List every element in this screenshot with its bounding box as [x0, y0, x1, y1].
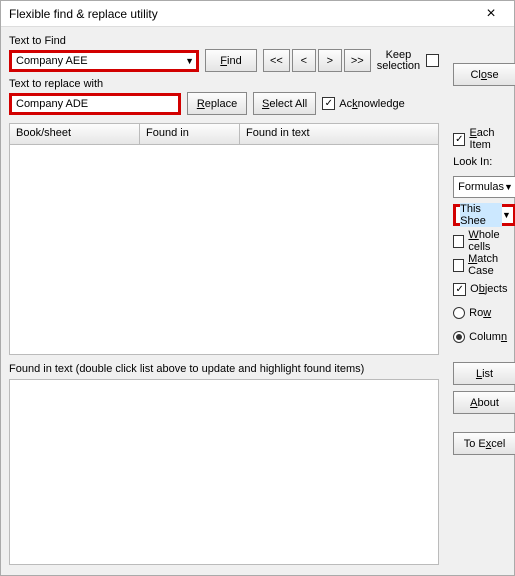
match-case-label: Match Case [468, 253, 515, 277]
find-button[interactable]: Find [205, 49, 257, 72]
text-to-find-label: Text to Find [9, 35, 439, 47]
nav-first-button[interactable]: << [263, 49, 290, 72]
nav-prev-button[interactable]: < [292, 49, 316, 72]
to-excel-button[interactable]: To Excel [453, 432, 515, 455]
find-row: Company AEE ▼ Find << < > >> Keep select… [9, 49, 439, 72]
select-all-button[interactable]: Select All [253, 92, 316, 115]
dialog-flexible-find-replace: Flexible find & replace utility × Text t… [0, 0, 515, 576]
col-found-in: Found in [139, 123, 239, 145]
window-title: Flexible find & replace utility [9, 7, 158, 21]
text-to-replace-value: Company ADE [16, 98, 88, 110]
replace-row: Company ADE Replace Select All Acknowled… [9, 92, 439, 115]
list-button[interactable]: List [453, 362, 515, 385]
whole-cells-label: Whole cells [468, 229, 515, 253]
about-button[interactable]: About [453, 391, 515, 414]
row-label: Row [469, 307, 491, 319]
nav-next-button[interactable]: > [318, 49, 342, 72]
each-item-checkbox[interactable] [453, 133, 465, 146]
find-button-label: F [220, 55, 227, 67]
found-in-text-list[interactable] [9, 379, 439, 565]
results-grid-body[interactable] [9, 145, 439, 355]
column-option[interactable]: Column [453, 328, 515, 346]
match-case-option[interactable]: Match Case [453, 256, 515, 274]
look-in-value: Formulas [458, 181, 504, 193]
match-case-checkbox[interactable] [453, 259, 464, 272]
replace-button[interactable]: Replace [187, 92, 247, 115]
row-radio[interactable] [453, 307, 465, 319]
acknowledge-label: Acknowledge [339, 98, 404, 110]
keep-selection-checkbox[interactable] [426, 54, 439, 67]
column-label: Column [469, 331, 507, 343]
whole-cells-checkbox[interactable] [453, 235, 464, 248]
text-to-find-value: Company AEE [16, 55, 88, 67]
found-in-text-label: Found in text (double click list above t… [9, 363, 439, 375]
results-grid-header: Book/sheet Found in Found in text [9, 123, 439, 145]
right-panel: Close Each Item Look In: Formulas ▼ This… [447, 27, 515, 575]
row-option[interactable]: Row [453, 304, 515, 322]
titlebar: Flexible find & replace utility × [1, 1, 514, 27]
dropdown-arrow-icon: ▼ [185, 56, 194, 66]
column-radio[interactable] [453, 331, 465, 343]
close-icon[interactable]: × [476, 6, 506, 22]
col-book-sheet: Book/sheet [9, 123, 139, 145]
look-in-label: Look In: [453, 156, 515, 168]
acknowledge-option[interactable]: Acknowledge [322, 95, 404, 113]
text-to-replace-combobox[interactable]: Company ADE [9, 93, 181, 115]
objects-option[interactable]: Objects [453, 280, 515, 298]
dropdown-arrow-icon: ▼ [502, 210, 511, 220]
nav-buttons: << < > >> [263, 49, 371, 72]
close-button[interactable]: Close [453, 63, 515, 86]
text-to-find-combobox[interactable]: Company AEE ▼ [9, 50, 199, 72]
objects-checkbox[interactable] [453, 283, 466, 296]
sheet-scope-value: This Shee [460, 203, 502, 227]
nav-last-button[interactable]: >> [344, 49, 371, 72]
dropdown-arrow-icon: ▼ [504, 182, 513, 192]
sheet-scope-combobox[interactable]: This Shee ▼ [453, 204, 515, 226]
keep-selection-label: Keep selection [377, 50, 420, 72]
content: Text to Find Company AEE ▼ Find << < > >… [1, 27, 514, 575]
whole-cells-option[interactable]: Whole cells [453, 232, 515, 250]
each-item-label: Each Item [469, 127, 515, 151]
text-to-replace-label: Text to replace with [9, 78, 439, 90]
left-panel: Text to Find Company AEE ▼ Find << < > >… [1, 27, 447, 575]
each-item-option[interactable]: Each Item [453, 130, 515, 148]
acknowledge-checkbox[interactable] [322, 97, 335, 110]
col-found-in-text: Found in text [239, 123, 439, 145]
look-in-combobox[interactable]: Formulas ▼ [453, 176, 515, 198]
objects-label: Objects [470, 283, 507, 295]
